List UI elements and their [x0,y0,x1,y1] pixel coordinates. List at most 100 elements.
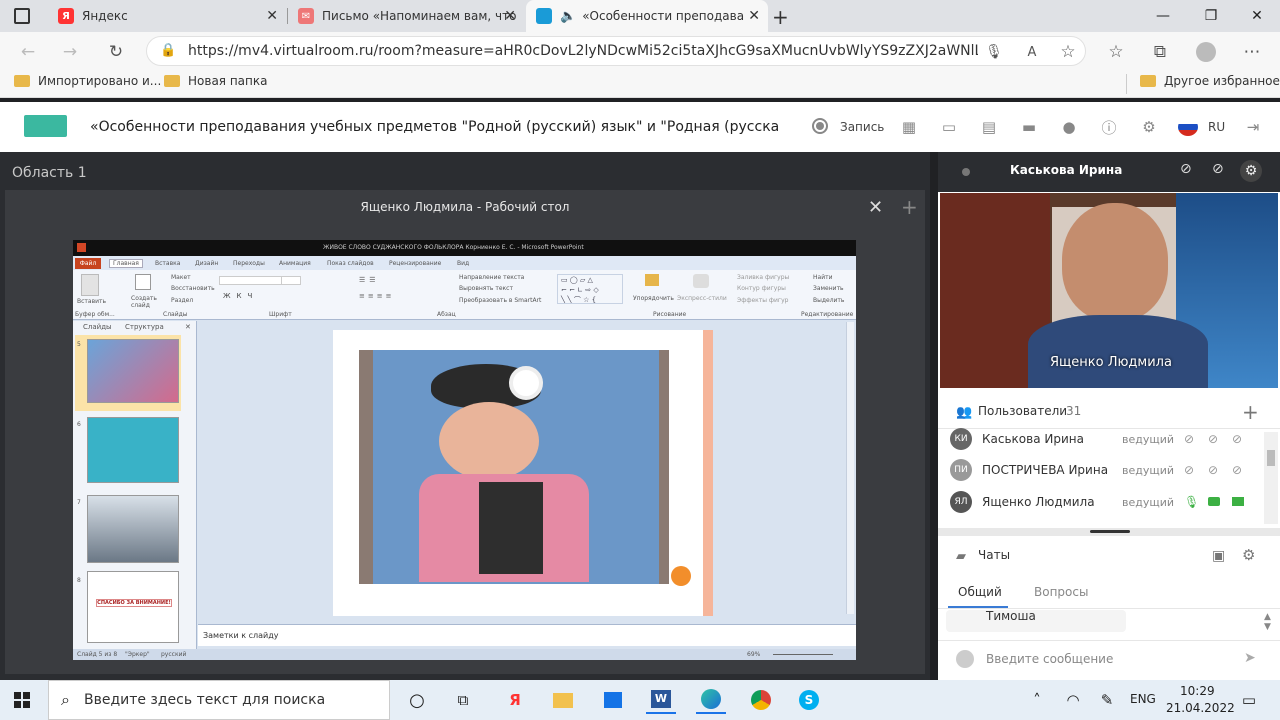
user-row[interactable]: КИ Каськова Ирина ведущий ⊘ ⊘ ⊘ [950,424,1270,454]
screen-share-icon[interactable] [1232,495,1256,509]
chat-settings-icon[interactable]: ⚙ [1242,546,1255,564]
new-slide-icon[interactable] [135,274,151,290]
emoji-icon[interactable] [956,650,974,668]
font-size-field[interactable] [281,276,301,285]
paste-label[interactable]: Вставить [77,298,106,305]
zoom-level[interactable]: 69% [747,651,760,658]
chat-input[interactable]: Введите сообщение [986,652,1113,666]
bookmark-imported[interactable]: Импортировано и... [14,74,161,88]
paste-icon[interactable] [81,274,99,296]
align-buttons[interactable]: ≡≡≡≡ [359,292,394,300]
tab-virtualroom[interactable]: 🔈 «Особенности преподава ✕ [526,0,768,32]
task-view-icon[interactable]: ⧉ [448,686,478,714]
refresh-icon[interactable]: ↻ [102,38,130,66]
network-icon[interactable]: ◠ [1058,686,1088,714]
chat-scroll-icon[interactable]: ▲ ▼ [1264,612,1271,632]
speaker-icon[interactable]: 🔈 [560,9,576,24]
layout-button[interactable]: Макет [171,274,191,281]
edge-icon[interactable] [696,686,726,714]
store-icon[interactable] [598,686,628,714]
current-slide[interactable] [333,330,713,616]
shapes-gallery[interactable]: ▭ ◯ ▱ △ ⌐ ⌐ ∟ ⇨ ◇ ╲ ╲ ⌒ ☆ { [557,274,623,304]
window-close-icon[interactable]: ✕ [1234,0,1280,32]
find-button[interactable]: Найти [813,274,832,281]
settings-icon[interactable]: ⚙ [1138,116,1160,138]
bookmark-new-folder[interactable]: Новая папка [164,74,267,88]
camera-off-icon[interactable]: ⊘ [1208,463,1232,477]
explorer-icon[interactable] [548,686,578,714]
panel-tab-slides[interactable]: Слайды [83,323,112,331]
pen-icon[interactable]: ✎ [1092,686,1122,714]
word-icon[interactable]: W [646,686,676,714]
panel-tab-outline[interactable]: Структура [125,323,164,331]
record-label[interactable]: Запись [840,120,884,134]
bookmark-other[interactable]: Другое избранное [1140,74,1280,88]
microphone-icon[interactable]: 🎙 [980,38,1008,66]
close-icon[interactable]: ✕ [185,323,191,331]
slide-thumb-5[interactable] [87,339,179,403]
chat-tab-general[interactable]: Общий [958,585,1002,599]
info-icon[interactable]: ⓘ [1098,116,1120,138]
close-icon[interactable]: ✕ [868,197,883,218]
shape-fill-button[interactable]: Заливка фигуры [737,274,789,281]
quick-styles-label[interactable]: Экспресс-стили [677,295,727,302]
tab-mail[interactable]: ✉ Письмо «Напоминаем вам, что ✕ [288,0,524,32]
tab-actions-icon[interactable] [14,8,30,24]
add-area-icon[interactable]: + [901,195,918,219]
minimize-icon[interactable]: — [1140,0,1186,32]
exit-icon[interactable]: ⇥ [1242,116,1264,138]
url-text[interactable]: https://mv4.virtualroom.ru/room?measure=… [188,43,978,59]
screen-off-icon[interactable]: ⊘ [1232,463,1256,477]
screen-share-icon[interactable]: ▭ [938,116,960,138]
slide-thumb-6[interactable] [87,417,179,483]
tab-yandex[interactable]: Я Яндекс ✕ [48,0,286,32]
camera-icon[interactable] [1208,495,1232,509]
ppt-tab-home[interactable]: Главная [109,259,143,268]
zoom-slider[interactable] [773,654,833,655]
ppt-tab[interactable]: Дизайн [195,260,218,267]
notes-pane[interactable]: Заметки к слайду [198,624,856,646]
user-row[interactable]: ПИ ПОСТРИЧЕВА Ирина ведущий ⊘ ⊘ ⊘ [950,455,1270,485]
mic-icon[interactable]: 🎙 [1184,495,1208,509]
back-icon[interactable]: ← [14,38,42,66]
close-icon[interactable]: ✕ [748,8,760,24]
shape-outline-button[interactable]: Контур фигуры [737,285,786,292]
more-icon[interactable]: ⋯ [1238,38,1266,66]
cortana-icon[interactable]: ○ [402,686,432,714]
notifications-icon[interactable]: ▭ [1234,686,1264,714]
mic-off-icon[interactable]: ⊘ [1184,432,1208,446]
slide-thumb-8[interactable]: СПАСИБО ЗА ВНИМАНИЕ! [87,571,179,643]
ppt-tab[interactable]: Переходы [233,260,265,267]
record-icon[interactable] [812,118,828,134]
folder-icon[interactable]: ▬ [1018,116,1040,138]
chat-export-icon[interactable]: ▣ [1212,548,1225,564]
user-row[interactable]: ЯЛ Ященко Людмила ведущий 🎙 [950,487,1270,517]
ppt-tab-file[interactable]: Файл [75,258,101,269]
layout-icon[interactable]: ▦ [898,116,920,138]
new-tab-icon[interactable]: + [772,5,789,29]
yandex-icon[interactable]: Я [500,686,530,714]
taskbar-search[interactable]: ⌕ Введите здесь текст для поиска [48,680,390,720]
clock-date[interactable]: 21.04.2022 [1166,701,1235,715]
ppt-tab[interactable]: Вид [457,260,469,267]
language-label[interactable]: RU [1208,120,1225,134]
slide-thumb-7[interactable] [87,495,179,563]
ppt-tab[interactable]: Рецензирование [389,260,441,267]
ppt-tab[interactable]: Анимация [279,260,311,267]
camera-off-icon[interactable]: ⊘ [1208,432,1232,446]
chat-tab-questions[interactable]: Вопросы [1034,585,1088,599]
replace-button[interactable]: Заменить [813,285,844,292]
skype-icon[interactable]: S [794,686,824,714]
align-text-button[interactable]: Выровнять текст [459,285,513,292]
reset-button[interactable]: Восстановить [171,285,215,292]
lock-icon[interactable]: 🔒 [160,43,176,58]
quick-styles-icon[interactable] [693,274,709,288]
select-button[interactable]: Выделить [813,297,844,304]
favorites-icon[interactable]: ☆ [1102,38,1130,66]
input-language[interactable]: ENG [1130,692,1156,706]
ppt-tab[interactable]: Показ слайдов [327,260,374,267]
font-style-buttons[interactable]: ЖКЧ [223,292,258,300]
smartart-button[interactable]: Преобразовать в SmartArt [459,297,541,304]
screen-off-icon[interactable]: ⊘ [1232,432,1256,446]
add-favorite-icon[interactable]: ☆ [1054,38,1082,66]
